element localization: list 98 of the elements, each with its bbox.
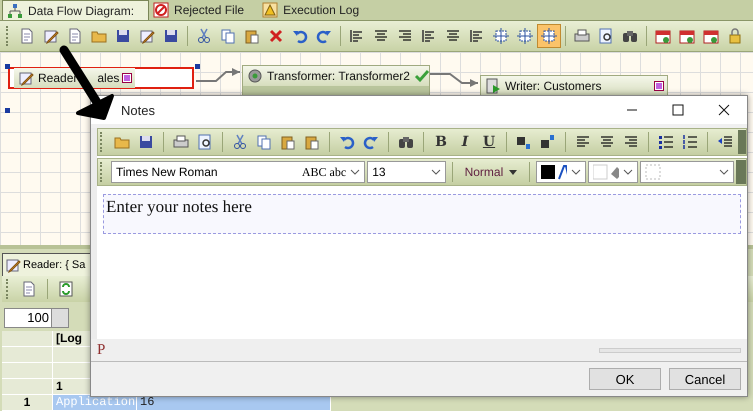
calendar-add-icon bbox=[679, 28, 695, 44]
properties-icon bbox=[19, 28, 35, 44]
document-tab[interactable]: Execution Log bbox=[258, 0, 374, 20]
save-icon bbox=[115, 28, 131, 44]
paste-special-icon bbox=[304, 134, 320, 150]
row-header bbox=[2, 363, 53, 379]
connector-line bbox=[196, 68, 240, 82]
binoculars-icon bbox=[398, 134, 414, 150]
chevron-down-icon bbox=[350, 168, 360, 176]
text-color-picker[interactable] bbox=[536, 161, 586, 183]
format-button[interactable]: U bbox=[478, 131, 500, 153]
row-header bbox=[2, 347, 53, 363]
dialog-title: Notes bbox=[121, 102, 155, 118]
calendar-export-icon bbox=[703, 28, 719, 44]
row-header bbox=[2, 379, 53, 395]
pencil-icon bbox=[5, 257, 21, 273]
edit-document-icon bbox=[139, 28, 155, 44]
resize-handle[interactable] bbox=[5, 108, 10, 113]
resize-handle[interactable] bbox=[5, 64, 10, 69]
print-preview-icon bbox=[598, 28, 614, 44]
pencil-icon bbox=[18, 70, 34, 86]
edit-icon bbox=[43, 28, 59, 44]
format-button[interactable]: B bbox=[430, 131, 452, 153]
node-title: Reader bbox=[38, 71, 78, 85]
maximize-icon bbox=[672, 104, 684, 116]
paste-icon bbox=[244, 28, 260, 44]
document-tab[interactable]: Rejected File bbox=[149, 0, 258, 20]
chevron-down-icon bbox=[430, 168, 441, 176]
paste-icon bbox=[280, 134, 296, 150]
close-icon bbox=[718, 104, 730, 116]
warning-icon bbox=[262, 2, 278, 18]
copy-icon bbox=[220, 28, 236, 44]
row-header: 1 bbox=[2, 395, 53, 411]
diagram-node[interactable]: Reader ales bbox=[8, 67, 194, 89]
print-icon bbox=[574, 28, 590, 44]
bullet-list-icon bbox=[658, 134, 674, 150]
calendar-icon bbox=[655, 28, 671, 44]
highlight-color-picker[interactable] bbox=[588, 161, 638, 183]
no-sign-icon bbox=[153, 2, 170, 18]
numbered-list-icon bbox=[682, 134, 698, 150]
print-preview-icon bbox=[197, 134, 213, 150]
undo-icon bbox=[292, 28, 308, 44]
gear-icon bbox=[247, 68, 263, 84]
check-icon bbox=[414, 68, 430, 84]
border-dropdown[interactable] bbox=[640, 161, 734, 183]
node-title: Writer: Customers bbox=[505, 79, 602, 93]
chevron-down-icon bbox=[719, 168, 730, 176]
ok-button[interactable]: OK bbox=[589, 368, 661, 390]
text-color-icon bbox=[541, 164, 568, 180]
table-cell: Application bbox=[53, 395, 137, 411]
align-left-icon bbox=[349, 28, 365, 44]
dashed-border-icon bbox=[645, 164, 662, 180]
notes-text-area[interactable]: Enter your notes here bbox=[103, 194, 741, 234]
node-title: Transformer: Transformer2 bbox=[267, 69, 410, 83]
node-title: ales bbox=[97, 71, 120, 85]
save-icon bbox=[138, 134, 154, 150]
redo-icon bbox=[316, 28, 332, 44]
format-button[interactable]: I bbox=[454, 131, 476, 153]
document-tab[interactable]: Data Flow Diagram: bbox=[2, 0, 150, 20]
cut-icon bbox=[232, 134, 248, 150]
row-header bbox=[2, 331, 53, 347]
align-top-icon bbox=[469, 28, 485, 44]
same-width-icon bbox=[493, 28, 509, 44]
paragraph-style-dropdown[interactable]: Normal bbox=[458, 161, 524, 183]
properties-icon[interactable] bbox=[21, 281, 37, 297]
row-limit-spinner[interactable]: 100 bbox=[4, 308, 69, 328]
superscript-icon bbox=[540, 134, 556, 150]
lock-icon bbox=[727, 28, 743, 44]
delete-icon bbox=[268, 28, 284, 44]
highlight-color-icon bbox=[593, 164, 620, 180]
cancel-button[interactable]: Cancel bbox=[669, 368, 741, 390]
new-document-icon bbox=[67, 28, 83, 44]
binoculars-icon bbox=[622, 28, 638, 44]
redo-icon bbox=[363, 134, 379, 150]
scrollbar[interactable] bbox=[599, 348, 741, 352]
dropdown-arrow-icon bbox=[509, 170, 518, 174]
refresh-icon[interactable] bbox=[58, 281, 74, 297]
chevron-down-icon bbox=[571, 168, 582, 176]
resize-handle[interactable] bbox=[195, 64, 200, 69]
align-bottom-icon bbox=[421, 28, 437, 44]
same-height-icon bbox=[517, 28, 533, 44]
copy-icon bbox=[256, 134, 272, 150]
subscript-icon bbox=[516, 134, 532, 150]
port-handle[interactable] bbox=[655, 82, 663, 90]
fit-size-button[interactable] bbox=[537, 24, 561, 48]
port-handle[interactable] bbox=[123, 74, 132, 82]
font-dropdown[interactable]: Times New Roman ABC abc bbox=[111, 161, 366, 183]
print-icon bbox=[173, 134, 189, 150]
chevron-down-icon bbox=[623, 168, 634, 176]
save-all-icon bbox=[163, 28, 179, 44]
tree-icon bbox=[7, 2, 23, 18]
cut-icon bbox=[196, 28, 212, 44]
fit-size-icon bbox=[541, 28, 557, 44]
writer-icon bbox=[485, 78, 501, 94]
undo-icon bbox=[339, 134, 355, 150]
spin-arrows-icon[interactable] bbox=[51, 309, 68, 327]
font-size-dropdown[interactable]: 13 bbox=[367, 161, 446, 183]
connector-line bbox=[430, 73, 478, 87]
